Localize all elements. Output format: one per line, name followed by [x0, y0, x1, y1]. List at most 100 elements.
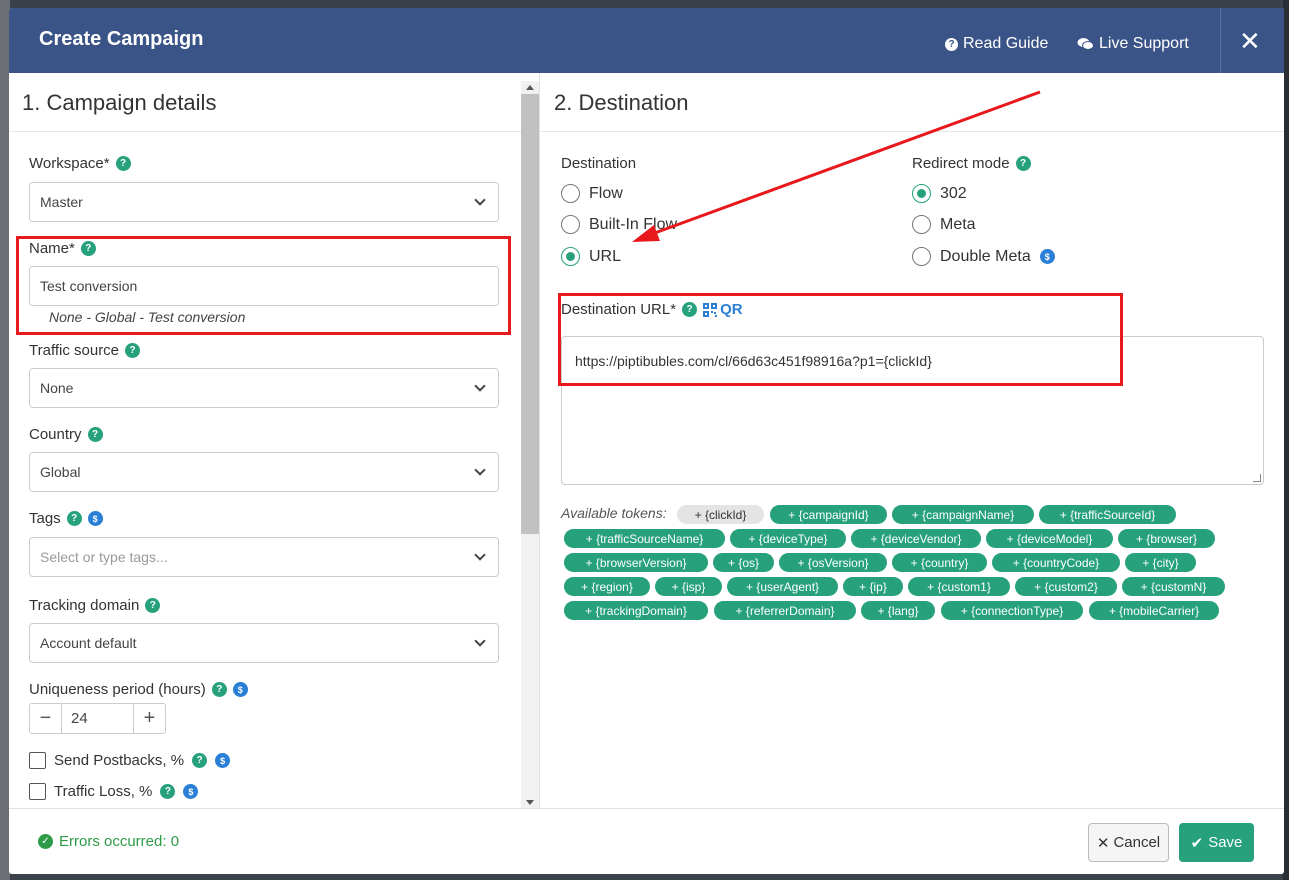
token-button[interactable]: + {isp}	[655, 577, 722, 596]
help-icon[interactable]: ?	[145, 598, 161, 613]
workspace-value: Master	[40, 194, 83, 210]
token-button[interactable]: + {region}	[564, 577, 650, 596]
redirect-option-double-meta[interactable]: Double Meta $	[912, 247, 1055, 266]
traffic-loss-label: Traffic Loss, %	[54, 783, 153, 800]
premium-badge-icon: $	[232, 682, 248, 697]
premium-badge-icon: $	[87, 511, 103, 526]
country-label-text: Country	[29, 426, 82, 443]
live-support-link[interactable]: Live Support	[1077, 35, 1189, 53]
destination-option-url[interactable]: URL	[561, 247, 621, 266]
token-button[interactable]: + {trackingDomain}	[564, 601, 708, 620]
token-button[interactable]: + {clickId}	[677, 505, 764, 524]
token-button[interactable]: + {browser}	[1118, 529, 1215, 548]
token-button[interactable]: + {osVersion}	[779, 553, 887, 572]
tracking-domain-value: Account default	[40, 635, 137, 651]
token-button[interactable]: + {city}	[1125, 553, 1196, 572]
token-button[interactable]: + {lang}	[861, 601, 935, 620]
scroll-thumb[interactable]	[521, 94, 539, 534]
uniqueness-value[interactable]: 24	[61, 704, 134, 733]
token-button[interactable]: + {countryCode}	[992, 553, 1120, 572]
token-button[interactable]: + {deviceType}	[730, 529, 846, 548]
resize-handle-icon[interactable]	[1253, 474, 1261, 482]
help-icon[interactable]: ?	[211, 682, 227, 697]
redirect-mode-label: Redirect mode ?	[912, 155, 1031, 172]
token-button[interactable]: + {os}	[713, 553, 774, 572]
help-icon[interactable]: ?	[160, 784, 176, 799]
chevron-down-icon	[474, 380, 486, 392]
country-value: Global	[40, 464, 81, 480]
live-support-label: Live Support	[1099, 35, 1189, 52]
radio-flow[interactable]	[561, 184, 580, 203]
token-button[interactable]: + {ip}	[843, 577, 903, 596]
destination-label: Destination	[561, 155, 636, 172]
token-button[interactable]: + {browserVersion}	[564, 553, 708, 572]
help-icon[interactable]: ?	[87, 427, 103, 442]
decrement-button[interactable]: −	[30, 704, 61, 733]
token-button[interactable]: + {country}	[892, 553, 987, 572]
uniqueness-label: Uniqueness period (hours) ? $	[29, 681, 248, 698]
token-button[interactable]: + {campaignName}	[892, 505, 1034, 524]
redirect-option-302[interactable]: 302	[912, 184, 967, 203]
chat-icon	[1077, 38, 1094, 50]
workspace-label-text: Workspace*	[29, 155, 110, 172]
send-postbacks-checkbox[interactable]	[29, 752, 46, 769]
country-label: Country ?	[29, 426, 103, 443]
token-button[interactable]: + {custom1}	[908, 577, 1010, 596]
premium-badge-icon: $	[183, 784, 199, 799]
left-panel-scrollbar[interactable]	[521, 81, 539, 808]
tracking-domain-label: Tracking domain ?	[29, 597, 161, 614]
token-button[interactable]: + {campaignId}	[770, 505, 887, 524]
option-label: Built-In Flow	[589, 215, 678, 233]
campaign-details-panel: 1. Campaign details Workspace* ? Master …	[9, 73, 540, 808]
tags-label-text: Tags	[29, 510, 61, 527]
workspace-label: Workspace* ?	[29, 155, 131, 172]
save-button[interactable]: ✔ Save	[1179, 823, 1254, 862]
token-button[interactable]: + {deviceVendor}	[851, 529, 981, 548]
country-select[interactable]: Global	[29, 452, 499, 492]
premium-badge-icon: $	[215, 753, 231, 768]
help-icon[interactable]: ?	[66, 511, 82, 526]
close-icon[interactable]: ✕	[1239, 26, 1261, 57]
redirect-option-meta[interactable]: Meta	[912, 215, 976, 234]
scroll-up-arrow-icon[interactable]	[526, 85, 534, 90]
destination-option-flow[interactable]: Flow	[561, 184, 623, 203]
cancel-button[interactable]: ✕ Cancel	[1088, 823, 1169, 862]
radio-double-meta[interactable]	[912, 247, 931, 266]
tags-select[interactable]: Select or type tags...	[29, 537, 499, 577]
radio-302[interactable]	[912, 184, 931, 203]
token-button[interactable]: + {connectionType}	[941, 601, 1083, 620]
scroll-down-arrow-icon[interactable]	[526, 800, 534, 805]
read-guide-link[interactable]: ? Read Guide	[945, 35, 1048, 53]
token-button[interactable]: + {referrerDomain}	[714, 601, 856, 620]
radio-built-in-flow[interactable]	[561, 215, 580, 234]
token-button[interactable]: + {trafficSourceId}	[1039, 505, 1176, 524]
traffic-source-label: Traffic source ?	[29, 342, 141, 359]
option-label: 302	[940, 184, 967, 202]
increment-button[interactable]: +	[134, 704, 165, 733]
section-divider	[9, 131, 539, 132]
token-button[interactable]: + {trafficSourceName}	[564, 529, 725, 548]
workspace-select[interactable]: Master	[29, 182, 499, 222]
token-button[interactable]: + {customN}	[1122, 577, 1225, 596]
help-icon[interactable]: ?	[1015, 156, 1031, 171]
help-icon[interactable]: ?	[115, 156, 131, 171]
highlight-box-url	[558, 293, 1123, 386]
tracking-domain-select[interactable]: Account default	[29, 623, 499, 663]
create-campaign-modal: Create Campaign ? Read Guide Live Suppor…	[9, 8, 1284, 874]
traffic-source-select[interactable]: None	[29, 368, 499, 408]
help-icon[interactable]: ?	[125, 343, 141, 358]
chevron-down-icon	[474, 464, 486, 476]
token-button[interactable]: + {userAgent}	[727, 577, 838, 596]
chevron-down-icon	[474, 635, 486, 647]
token-button[interactable]: + {deviceModel}	[986, 529, 1113, 548]
traffic-loss-checkbox[interactable]	[29, 783, 46, 800]
traffic-source-label-text: Traffic source	[29, 342, 120, 359]
token-button[interactable]: + {custom2}	[1015, 577, 1117, 596]
radio-meta[interactable]	[912, 215, 931, 234]
tags-placeholder: Select or type tags...	[40, 549, 168, 565]
token-button[interactable]: + {mobileCarrier}	[1089, 601, 1219, 620]
help-icon[interactable]: ?	[192, 753, 208, 768]
destination-option-built-in-flow[interactable]: Built-In Flow	[561, 215, 677, 234]
send-postbacks-row: Send Postbacks, % ? $	[29, 752, 231, 769]
radio-url[interactable]	[561, 247, 580, 266]
